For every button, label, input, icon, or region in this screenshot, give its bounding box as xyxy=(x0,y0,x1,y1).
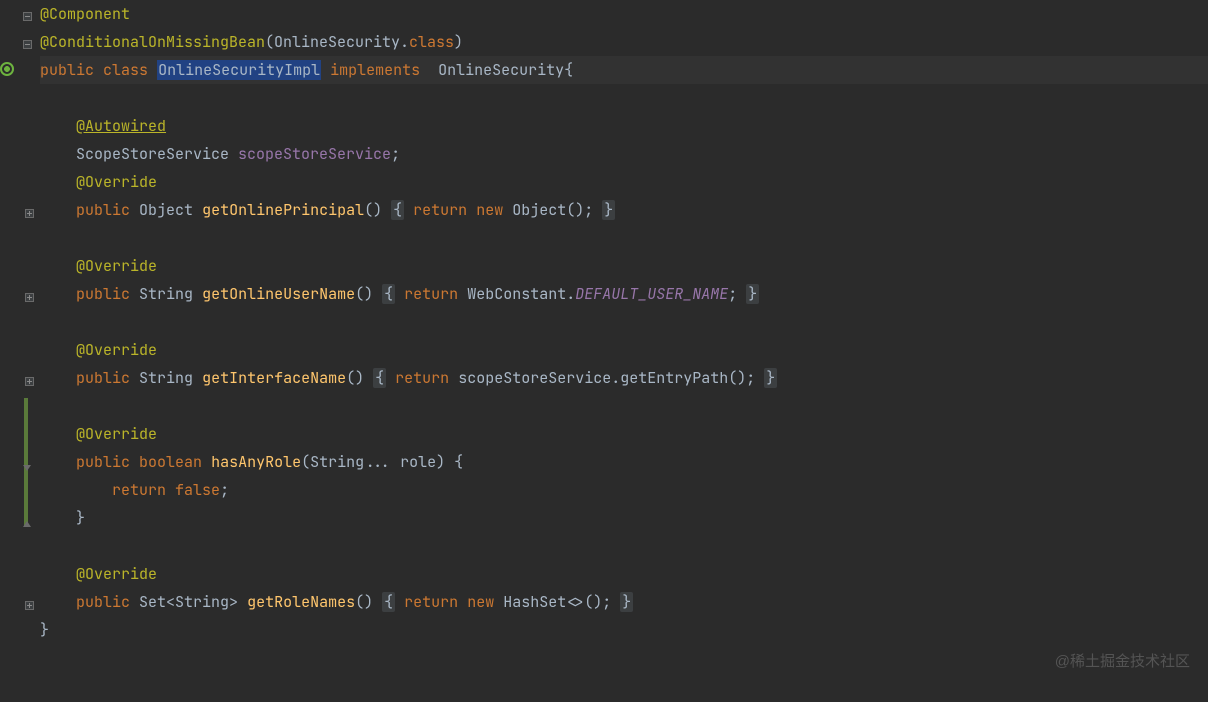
fold-collapse-icon[interactable] xyxy=(20,9,34,23)
annotation: @Autowired xyxy=(76,116,166,136)
code-editor[interactable]: @Component @ConditionalOnMissingBean(Onl… xyxy=(0,0,1208,702)
method-name: getRoleNames xyxy=(247,592,355,612)
method-name: getOnlinePrincipal xyxy=(202,200,364,220)
selected-class-name: OnlineSecurityImpl xyxy=(157,60,321,80)
watermark-text: @稀土掘金技术社区 xyxy=(1055,648,1190,676)
fold-arrow-icon[interactable] xyxy=(20,461,34,475)
method-name: getInterfaceName xyxy=(202,368,346,388)
fold-expand-icon[interactable] xyxy=(22,290,36,304)
fold-arrow-icon[interactable] xyxy=(20,517,34,531)
annotation: @ConditionalOnMissingBean xyxy=(40,32,265,52)
annotation: @Component xyxy=(40,4,130,24)
method-name: hasAnyRole xyxy=(211,452,301,472)
method-name: getOnlineUserName xyxy=(202,284,355,304)
gutter xyxy=(0,0,38,702)
fold-expand-icon[interactable] xyxy=(22,206,36,220)
fold-expand-icon[interactable] xyxy=(22,598,36,612)
fold-collapse-icon[interactable] xyxy=(20,37,34,51)
spring-bean-icon[interactable] xyxy=(0,62,14,76)
code-area[interactable]: @Component @ConditionalOnMissingBean(Onl… xyxy=(38,0,1208,702)
fold-expand-icon[interactable] xyxy=(22,374,36,388)
